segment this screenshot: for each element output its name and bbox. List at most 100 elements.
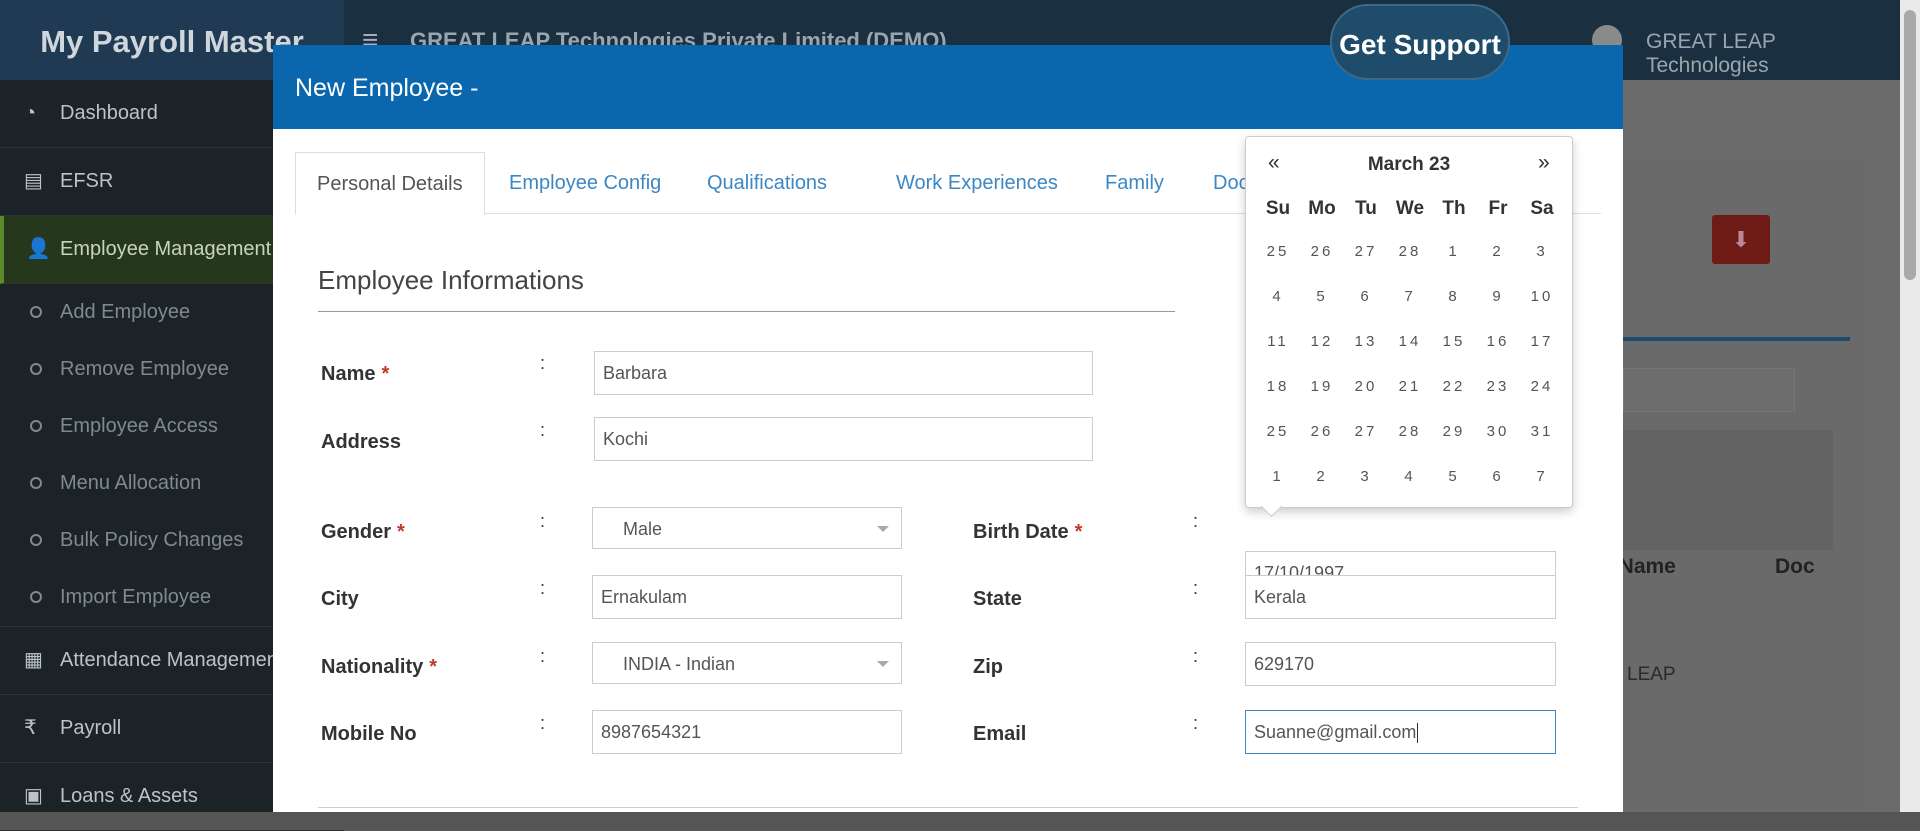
day-cell[interactable]: 12: [1300, 319, 1344, 364]
day-cell[interactable]: 1: [1256, 454, 1300, 499]
datepicker-next-icon[interactable]: »: [1538, 151, 1550, 175]
day-cell[interactable]: 26: [1300, 409, 1344, 454]
day-cell[interactable]: 4: [1256, 274, 1300, 319]
weekday-row: Su Mo Tu We Th Fr Sa: [1256, 189, 1564, 229]
user-name[interactable]: GREAT LEAP Technologies: [1646, 30, 1900, 78]
day-cell[interactable]: 25: [1256, 409, 1300, 454]
page-scrollbar[interactable]: [1900, 0, 1920, 812]
week-row: 25 26 27 28 1 2 3: [1256, 229, 1564, 274]
day-cell[interactable]: 30: [1476, 409, 1520, 454]
city-field[interactable]: Ernakulam: [592, 575, 902, 619]
day-cell[interactable]: 16: [1476, 319, 1520, 364]
datepicker-grid: Su Mo Tu We Th Fr Sa 25 26 27 28 1 2 3 4…: [1256, 189, 1564, 499]
day-cell[interactable]: 3: [1520, 229, 1564, 274]
download-icon[interactable]: ⬇: [1712, 215, 1770, 264]
gender-label: Gender *: [321, 521, 405, 543]
sidebar-item-label: Payroll: [60, 717, 122, 739]
day-cell[interactable]: 21: [1388, 364, 1432, 409]
day-cell[interactable]: 27: [1344, 409, 1388, 454]
day-cell[interactable]: 23: [1476, 364, 1520, 409]
sidebar-subitem-label: Menu Allocation: [60, 472, 202, 494]
colon: :: [1193, 713, 1199, 733]
weekday-label: Sa: [1530, 198, 1554, 219]
colon: :: [540, 353, 546, 373]
tab-employee-config[interactable]: Employee Config: [509, 152, 661, 213]
section-divider: [318, 311, 1175, 312]
scrollbar-thumb[interactable]: [1904, 10, 1916, 280]
background-select[interactable]: [1623, 368, 1795, 412]
day-cell[interactable]: 7: [1388, 274, 1432, 319]
chevron-down-icon: [877, 661, 889, 667]
day-cell[interactable]: 2: [1476, 229, 1520, 274]
state-field[interactable]: Kerala: [1245, 575, 1556, 619]
sidebar-item-label: Loans & Assets: [60, 785, 198, 807]
city-label: City: [321, 588, 359, 610]
day-cell[interactable]: 1: [1432, 229, 1476, 274]
day-cell[interactable]: 29: [1432, 409, 1476, 454]
mobile-label: Mobile No: [321, 723, 417, 745]
get-support-button[interactable]: Get Support: [1330, 4, 1510, 80]
day-cell[interactable]: 7: [1520, 454, 1564, 499]
day-cell[interactable]: 19: [1300, 364, 1344, 409]
day-cell[interactable]: 8: [1432, 274, 1476, 319]
sidebar-subitem-label: Remove Employee: [60, 358, 229, 380]
datepicker-title[interactable]: March 23: [1246, 154, 1572, 176]
tab-personal-details[interactable]: Personal Details: [295, 152, 485, 215]
email-field[interactable]: Suanne@gmail.com: [1245, 710, 1556, 754]
circle-icon: [30, 477, 42, 489]
day-cell[interactable]: 15: [1432, 319, 1476, 364]
week-row: 11 12 13 14 15 16 17: [1256, 319, 1564, 364]
name-field[interactable]: Barbara: [594, 351, 1093, 395]
sidebar-item-label: Employee Management: [60, 238, 272, 260]
day-cell[interactable]: 10: [1520, 274, 1564, 319]
week-row: 25 26 27 28 29 30 31: [1256, 409, 1564, 454]
zip-field[interactable]: 629170: [1245, 642, 1556, 686]
day-cell[interactable]: 17: [1520, 319, 1564, 364]
nationality-label: Nationality *: [321, 656, 438, 678]
day-cell[interactable]: 28: [1388, 229, 1432, 274]
day-cell[interactable]: 22: [1432, 364, 1476, 409]
tab-work-experiences[interactable]: Work Experiences: [896, 152, 1058, 213]
circle-icon: [30, 420, 42, 432]
datepicker-prev-icon[interactable]: «: [1268, 151, 1280, 175]
address-field[interactable]: Kochi: [594, 417, 1093, 461]
gender-value: Male: [623, 519, 663, 539]
tab-qualifications[interactable]: Qualifications: [707, 152, 827, 213]
day-cell[interactable]: 4: [1388, 454, 1432, 499]
birth-date-label: Birth Date *: [973, 521, 1083, 543]
colon: :: [1193, 578, 1199, 598]
day-cell[interactable]: 11: [1256, 319, 1300, 364]
table-header-doc: Doc: [1775, 555, 1815, 578]
day-cell[interactable]: 28: [1388, 409, 1432, 454]
day-cell[interactable]: 31: [1520, 409, 1564, 454]
mobile-field[interactable]: 8987654321: [592, 710, 902, 754]
day-cell[interactable]: 13: [1344, 319, 1388, 364]
day-cell[interactable]: 14: [1388, 319, 1432, 364]
gender-select[interactable]: Male: [592, 507, 902, 549]
tab-family[interactable]: Family: [1105, 152, 1164, 213]
day-cell[interactable]: 25: [1256, 229, 1300, 274]
day-cell[interactable]: 3: [1344, 454, 1388, 499]
day-cell[interactable]: 27: [1344, 229, 1388, 274]
day-cell[interactable]: 26: [1300, 229, 1344, 274]
nationality-select[interactable]: INDIA - Indian: [592, 642, 902, 684]
day-cell[interactable]: 6: [1476, 454, 1520, 499]
day-cell[interactable]: 6: [1344, 274, 1388, 319]
day-cell[interactable]: 20: [1344, 364, 1388, 409]
day-cell[interactable]: 5: [1432, 454, 1476, 499]
email-label: Email: [973, 723, 1027, 745]
day-cell[interactable]: 24: [1520, 364, 1564, 409]
section-title: Employee Informations: [318, 265, 584, 295]
colon: :: [540, 646, 546, 666]
day-cell[interactable]: 9: [1476, 274, 1520, 319]
day-cell[interactable]: 2: [1300, 454, 1344, 499]
day-cell[interactable]: 5: [1300, 274, 1344, 319]
sidebar-subitem-label: Bulk Policy Changes: [60, 529, 244, 551]
zip-label: Zip: [973, 656, 1003, 678]
day-cell[interactable]: 18: [1256, 364, 1300, 409]
money-icon: ▣: [24, 785, 43, 807]
background-table-area: [1623, 430, 1833, 550]
text-caret: [1417, 723, 1419, 744]
colon: :: [540, 578, 546, 598]
user-plus-icon: 👤: [26, 238, 51, 260]
